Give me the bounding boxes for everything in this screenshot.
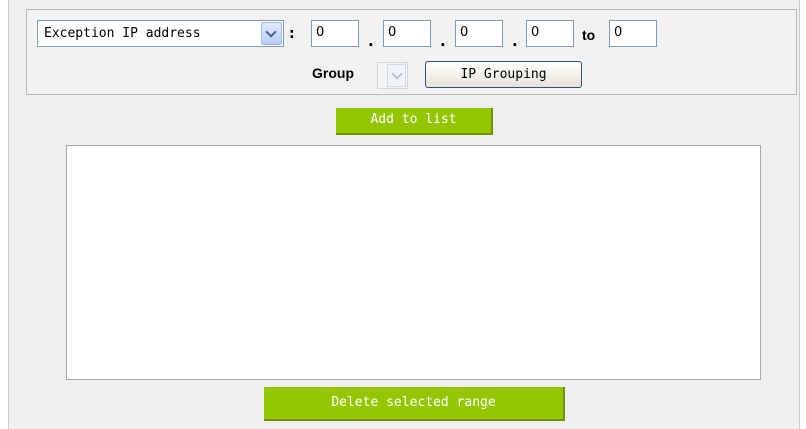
ip-range-list[interactable]	[66, 145, 761, 380]
chevron-down-icon	[391, 68, 403, 80]
ip-grouping-button[interactable]: IP Grouping	[425, 61, 582, 88]
ip-octet-1-input[interactable]: 0	[311, 20, 359, 47]
ip-octet-2-input[interactable]: 0	[383, 20, 431, 47]
ip-octet-3-input[interactable]: 0	[455, 20, 503, 47]
add-to-list-button[interactable]: Add to list	[336, 108, 493, 135]
group-select[interactable]	[377, 62, 408, 89]
ip-octet-4-input[interactable]: 0	[526, 20, 574, 47]
chevron-down-icon	[265, 26, 277, 38]
range-type-select[interactable]: Exception IP address	[37, 20, 284, 47]
octet-separator: .	[368, 32, 374, 50]
dropdown-button[interactable]	[387, 64, 406, 87]
ip-end-octet-input[interactable]: 0	[609, 20, 657, 47]
range-type-selected: Exception IP address	[44, 26, 201, 41]
dropdown-button[interactable]	[261, 22, 282, 45]
to-label: to	[582, 27, 596, 43]
octet-separator: .	[512, 32, 518, 50]
delete-selected-range-button[interactable]: Delete selected range	[264, 387, 565, 421]
octet-separator: .	[440, 32, 446, 50]
colon-separator: :	[289, 26, 295, 42]
group-label: Group	[312, 65, 354, 81]
